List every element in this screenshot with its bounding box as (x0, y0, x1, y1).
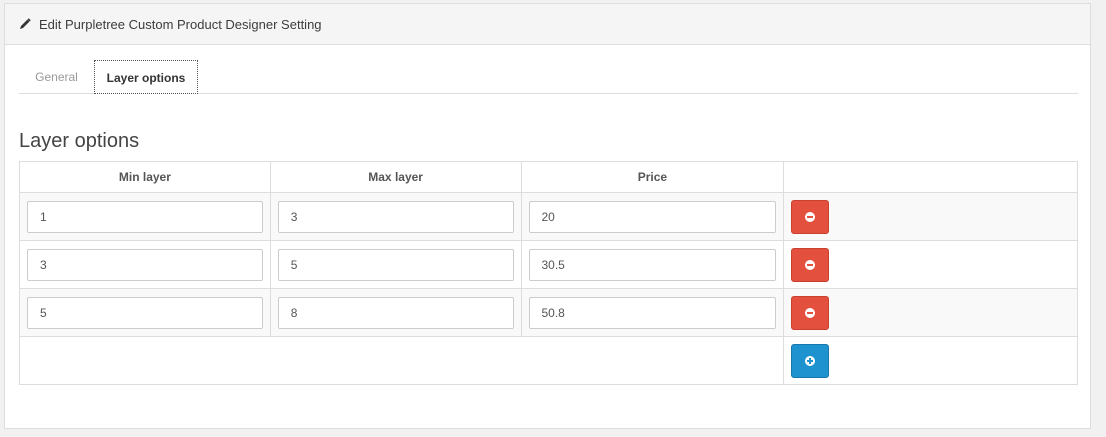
min-layer-input[interactable] (27, 248, 263, 281)
remove-row-button[interactable] (791, 199, 830, 234)
max-layer-input[interactable] (277, 200, 514, 233)
table-row (19, 288, 1078, 337)
section-title: Layer options (19, 130, 140, 152)
table-header-row: Min layer Max layer Price (19, 161, 1078, 193)
layer-options-table: Min layer Max layer Price (18, 161, 1078, 385)
minus-circle-icon (805, 211, 816, 222)
column-header-min-layer: Min layer (19, 161, 271, 193)
column-header-price: Price (520, 161, 785, 193)
settings-panel: Edit Purpletree Custom Product Designer … (4, 3, 1091, 429)
column-header-max-layer: Max layer (269, 161, 522, 193)
panel-heading: Edit Purpletree Custom Product Designer … (5, 4, 1090, 45)
column-header-actions (783, 161, 1078, 193)
table-row (19, 240, 1078, 289)
max-layer-input[interactable] (277, 296, 514, 329)
price-input[interactable] (528, 248, 777, 281)
plus-circle-icon (805, 355, 816, 366)
remove-row-button[interactable] (791, 295, 830, 330)
price-input[interactable] (528, 296, 777, 329)
tab-bar: General Layer options (19, 60, 1078, 94)
footer-spacer (18, 336, 785, 385)
tab-general[interactable]: General (19, 60, 94, 94)
table-row (19, 192, 1078, 241)
minus-circle-icon (805, 307, 816, 318)
price-input[interactable] (528, 200, 777, 233)
min-layer-input[interactable] (27, 296, 263, 329)
tab-layer-options[interactable]: Layer options (94, 60, 198, 94)
panel-title: Edit Purpletree Custom Product Designer … (39, 16, 322, 32)
max-layer-input[interactable] (277, 248, 514, 281)
min-layer-input[interactable] (27, 200, 263, 233)
add-row-button[interactable] (791, 343, 830, 378)
table-footer-row (18, 336, 1078, 385)
minus-circle-icon (805, 259, 816, 270)
remove-row-button[interactable] (791, 247, 830, 282)
pencil-icon (20, 18, 31, 29)
